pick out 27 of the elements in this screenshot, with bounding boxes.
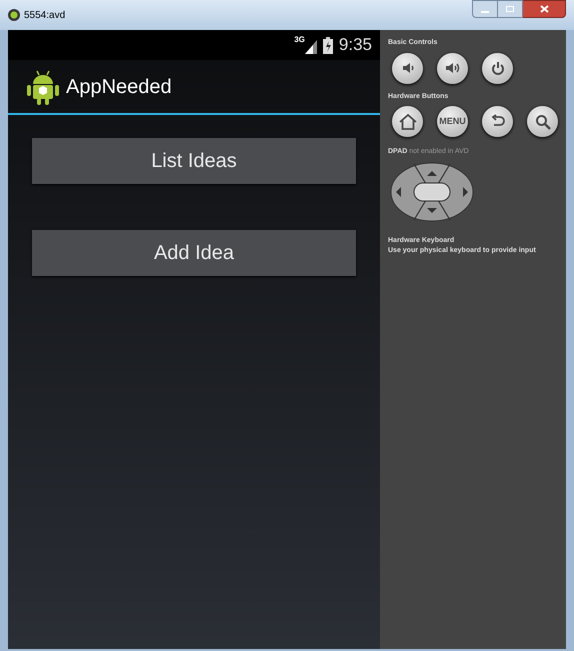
close-icon (540, 5, 548, 13)
back-button[interactable] (482, 106, 513, 137)
close-button[interactable] (523, 0, 566, 18)
volume-up-icon (444, 61, 460, 75)
action-button[interactable]: Add Idea (32, 230, 356, 276)
search-icon (534, 114, 550, 130)
app-title: AppNeeded (66, 74, 172, 100)
volume-down-button[interactable] (392, 52, 423, 84)
network-type: 3G (294, 36, 305, 44)
volume-down-icon (400, 61, 414, 75)
menu-button[interactable]: MENU (437, 106, 468, 137)
menu-label: MENU (439, 114, 466, 128)
maximize-button[interactable] (498, 0, 523, 18)
app-icon (8, 9, 20, 21)
volume-up-button[interactable] (437, 52, 468, 84)
window-title: 5554:avd (24, 8, 66, 22)
home-icon (398, 114, 416, 130)
power-icon (490, 61, 504, 75)
battery-icon (322, 36, 333, 54)
action-button[interactable]: List Ideas (32, 138, 356, 184)
search-button[interactable] (527, 106, 558, 137)
minimize-button[interactable] (472, 0, 498, 18)
home-button[interactable] (392, 106, 423, 137)
android-robot-icon (26, 68, 60, 104)
clock: 9:35 (338, 34, 372, 56)
signal-icon (304, 40, 317, 54)
power-button[interactable] (482, 52, 513, 84)
